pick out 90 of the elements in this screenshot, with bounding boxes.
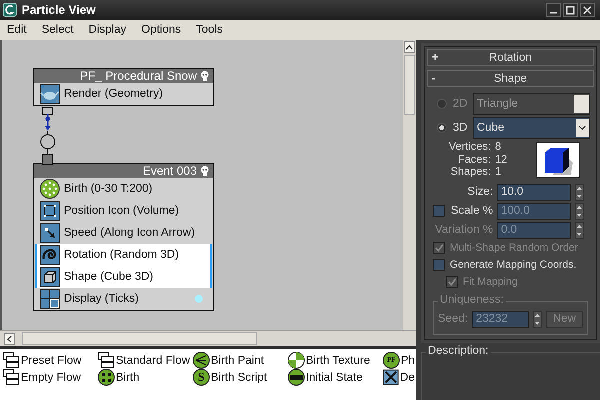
spinner-arrows-icon[interactable] [575,222,584,238]
windows-icon [98,352,115,369]
menu-item[interactable]: Tools [196,24,224,36]
operator-label: Shape (Cube 3D) [64,271,154,283]
node-title: Event 003 [142,164,197,178]
depot-item[interactable]: Preset Flow [3,352,98,369]
stat-label: Faces: [458,154,492,166]
radio-button[interactable] [437,99,447,109]
banded-circle-icon [288,369,305,386]
radio-button[interactable] [437,123,447,133]
spinner-label: Variation % [435,224,494,236]
windows-icon [3,352,20,369]
event-node[interactable]: Event 003 Birth (0-30 T:200) Position Icon (Volume) Speed (Along Icon Arrow) Rotation (Random 3D) Shape (Cube 3D) Display (Ticks) [33,163,214,311]
grid-icon [40,289,60,309]
stat-label: Vertices: [449,141,492,154]
operator-row[interactable]: Display (Ticks) [35,288,212,310]
windows-icon [3,369,20,386]
horizontal-scrollbar[interactable] [0,330,416,346]
stat-value: 1 [495,166,502,178]
group-title: Description: [426,345,491,357]
teapot-icon [40,84,60,104]
operator-label: Birth (0-30 T:200) [64,183,153,195]
depot-item[interactable]: Birth Paint [193,352,288,369]
scroll-left-arrow-icon[interactable] [4,333,15,345]
four-squares-circle-icon [98,369,115,386]
caret-icon [579,126,586,130]
depot-item[interactable]: Empty Flow [3,369,98,386]
operator-row[interactable]: Rotation (Random 3D) [35,244,212,266]
stat-label: Shapes: [450,166,492,178]
operator-row[interactable]: Position Icon (Volume) [35,200,212,222]
scroll-thumb[interactable] [22,332,257,345]
operator-label: Speed (Along Icon Arrow) [64,227,196,239]
connector-drawing [38,107,58,165]
menu-item[interactable]: Select [42,24,74,36]
shape-dropdown[interactable]: Cube [473,117,590,139]
depot-item[interactable]: De [383,369,415,386]
app-logo-icon [3,3,17,17]
stat-value: 8 [495,141,502,154]
spinner-label: Scale % [451,205,494,217]
depot-item[interactable]: Birth Texture [288,352,383,369]
square-icon [40,201,60,221]
rollout-header[interactable]: - Shape [427,70,594,87]
seed-label: Seed: [438,313,468,325]
checkbox[interactable] [433,259,445,271]
spinner-arrows-icon[interactable] [575,202,584,220]
spinner-arrows-icon[interactable] [533,310,542,328]
group-title: Uniqueness: [438,294,506,306]
menu-item[interactable]: Display [88,24,127,36]
node-title: PF_ Procedural Snow [80,69,197,83]
cross-box-icon [383,369,400,386]
maximize-icon [566,6,575,14]
vertical-scrollbar[interactable] [403,40,416,330]
depot-item[interactable]: Birth [98,369,193,386]
rollout-header[interactable]: + Rotation [427,49,594,66]
letter-badge-icon: S [193,369,210,386]
operator-label: Rotation (Random 3D) [64,249,180,261]
checkbox-label: Multi-Shape Random Order [450,242,578,254]
operator-row[interactable]: Birth (0-30 T:200) [35,178,212,200]
cube-icon [40,267,60,287]
event-node[interactable]: PF_ Procedural Snow Render (Geometry) [33,68,214,106]
stat-value: 12 [495,154,508,166]
radio-label: 3D [453,122,469,134]
spinner-label: Size: [468,186,494,198]
operator-row[interactable]: Render (Geometry) [35,83,212,105]
spinner-arrows-icon[interactable] [575,184,584,200]
window-title: Particle View [22,3,97,17]
depot-item[interactable]: S Birth Script [193,369,288,386]
dotted-circle-icon [40,179,60,199]
maximize-button[interactable] [563,3,578,17]
menu-item[interactable]: Edit [7,24,27,36]
radio-label: 2D [453,98,469,110]
swirl-icon [40,245,60,265]
close-icon [583,6,592,14]
close-button[interactable] [580,3,595,17]
menu-item[interactable]: Options [142,24,182,36]
operator-label: Position Icon (Volume) [64,205,180,217]
checkbox-label: Generate Mapping Coords. [450,259,577,271]
operator-row[interactable]: Speed (Along Icon Arrow) [35,222,212,244]
number-field[interactable]: 10.0 [497,184,572,200]
scroll-thumb[interactable] [404,55,415,115]
depot-item[interactable]: Standard Flow [98,352,193,369]
operator-row[interactable]: Shape (Cube 3D) [35,266,212,288]
quartered-circle-icon [288,352,305,369]
minimize-button[interactable] [546,3,561,17]
branch-circle-icon [193,352,210,369]
depot-item[interactable]: Initial State [288,369,383,386]
checkbox-label: Fit Mapping [463,276,518,288]
operator-label: Render (Geometry) [64,88,164,100]
minimize-icon [550,12,557,14]
operator-label: Display (Ticks) [64,293,139,305]
